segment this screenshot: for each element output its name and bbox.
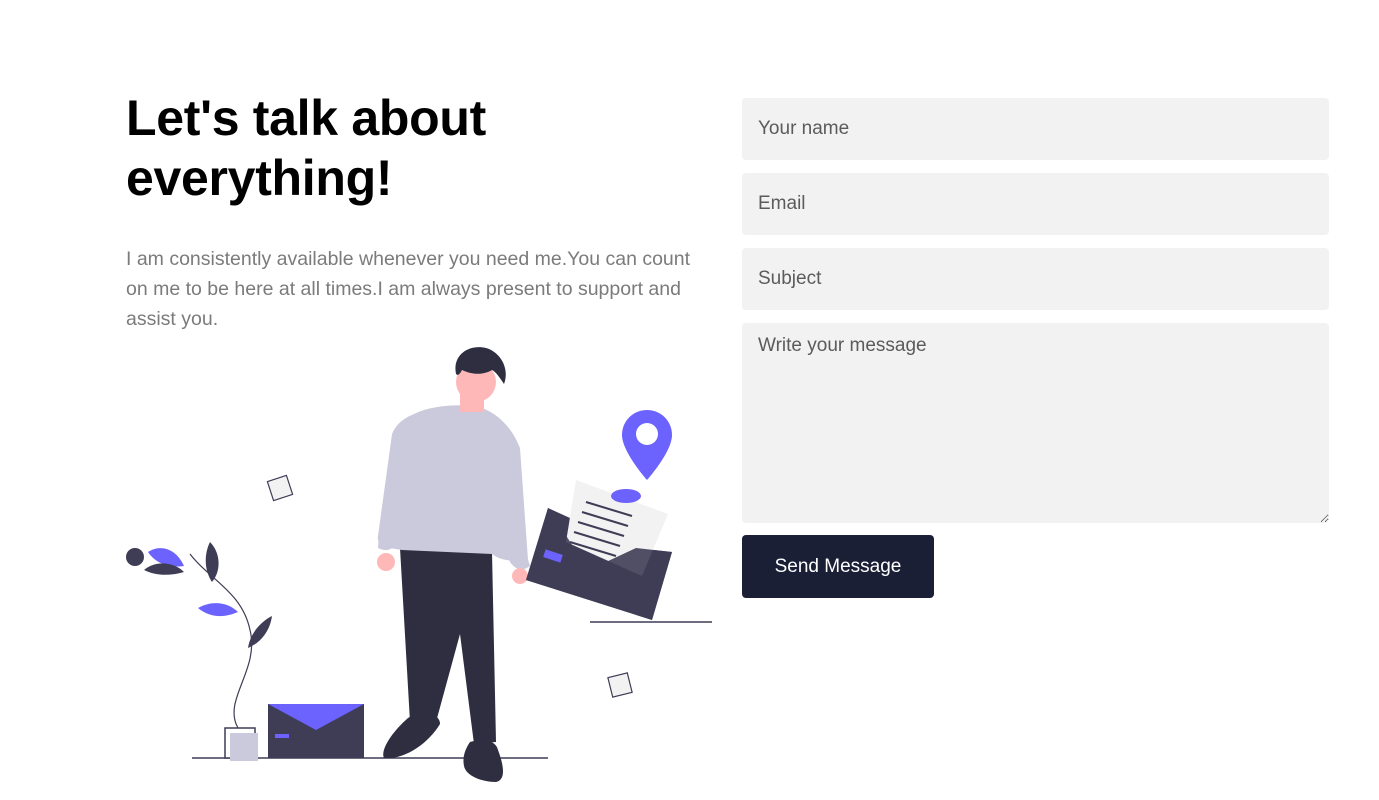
location-pin-icon <box>622 410 672 480</box>
send-message-button[interactable]: Send Message <box>742 535 934 598</box>
person-figure <box>377 347 530 782</box>
message-textarea[interactable] <box>742 323 1329 523</box>
intro-text: I am consistently available whenever you… <box>126 248 691 330</box>
envelope-icon <box>268 704 364 758</box>
contact-page: Let's talk about everything! I am consis… <box>0 0 1379 800</box>
open-envelope-icon <box>526 480 672 620</box>
floating-square <box>266 474 294 502</box>
name-input[interactable] <box>742 98 1329 160</box>
intro-section: Let's talk about everything! I am consis… <box>126 88 716 334</box>
page-title: Let's talk about everything! <box>126 90 486 206</box>
email-input[interactable] <box>742 173 1329 235</box>
contact-form: Send Message <box>742 98 1329 598</box>
contact-illustration <box>126 347 712 782</box>
plant-icon <box>126 542 272 729</box>
subject-input[interactable] <box>742 248 1329 310</box>
floating-square <box>607 672 633 698</box>
